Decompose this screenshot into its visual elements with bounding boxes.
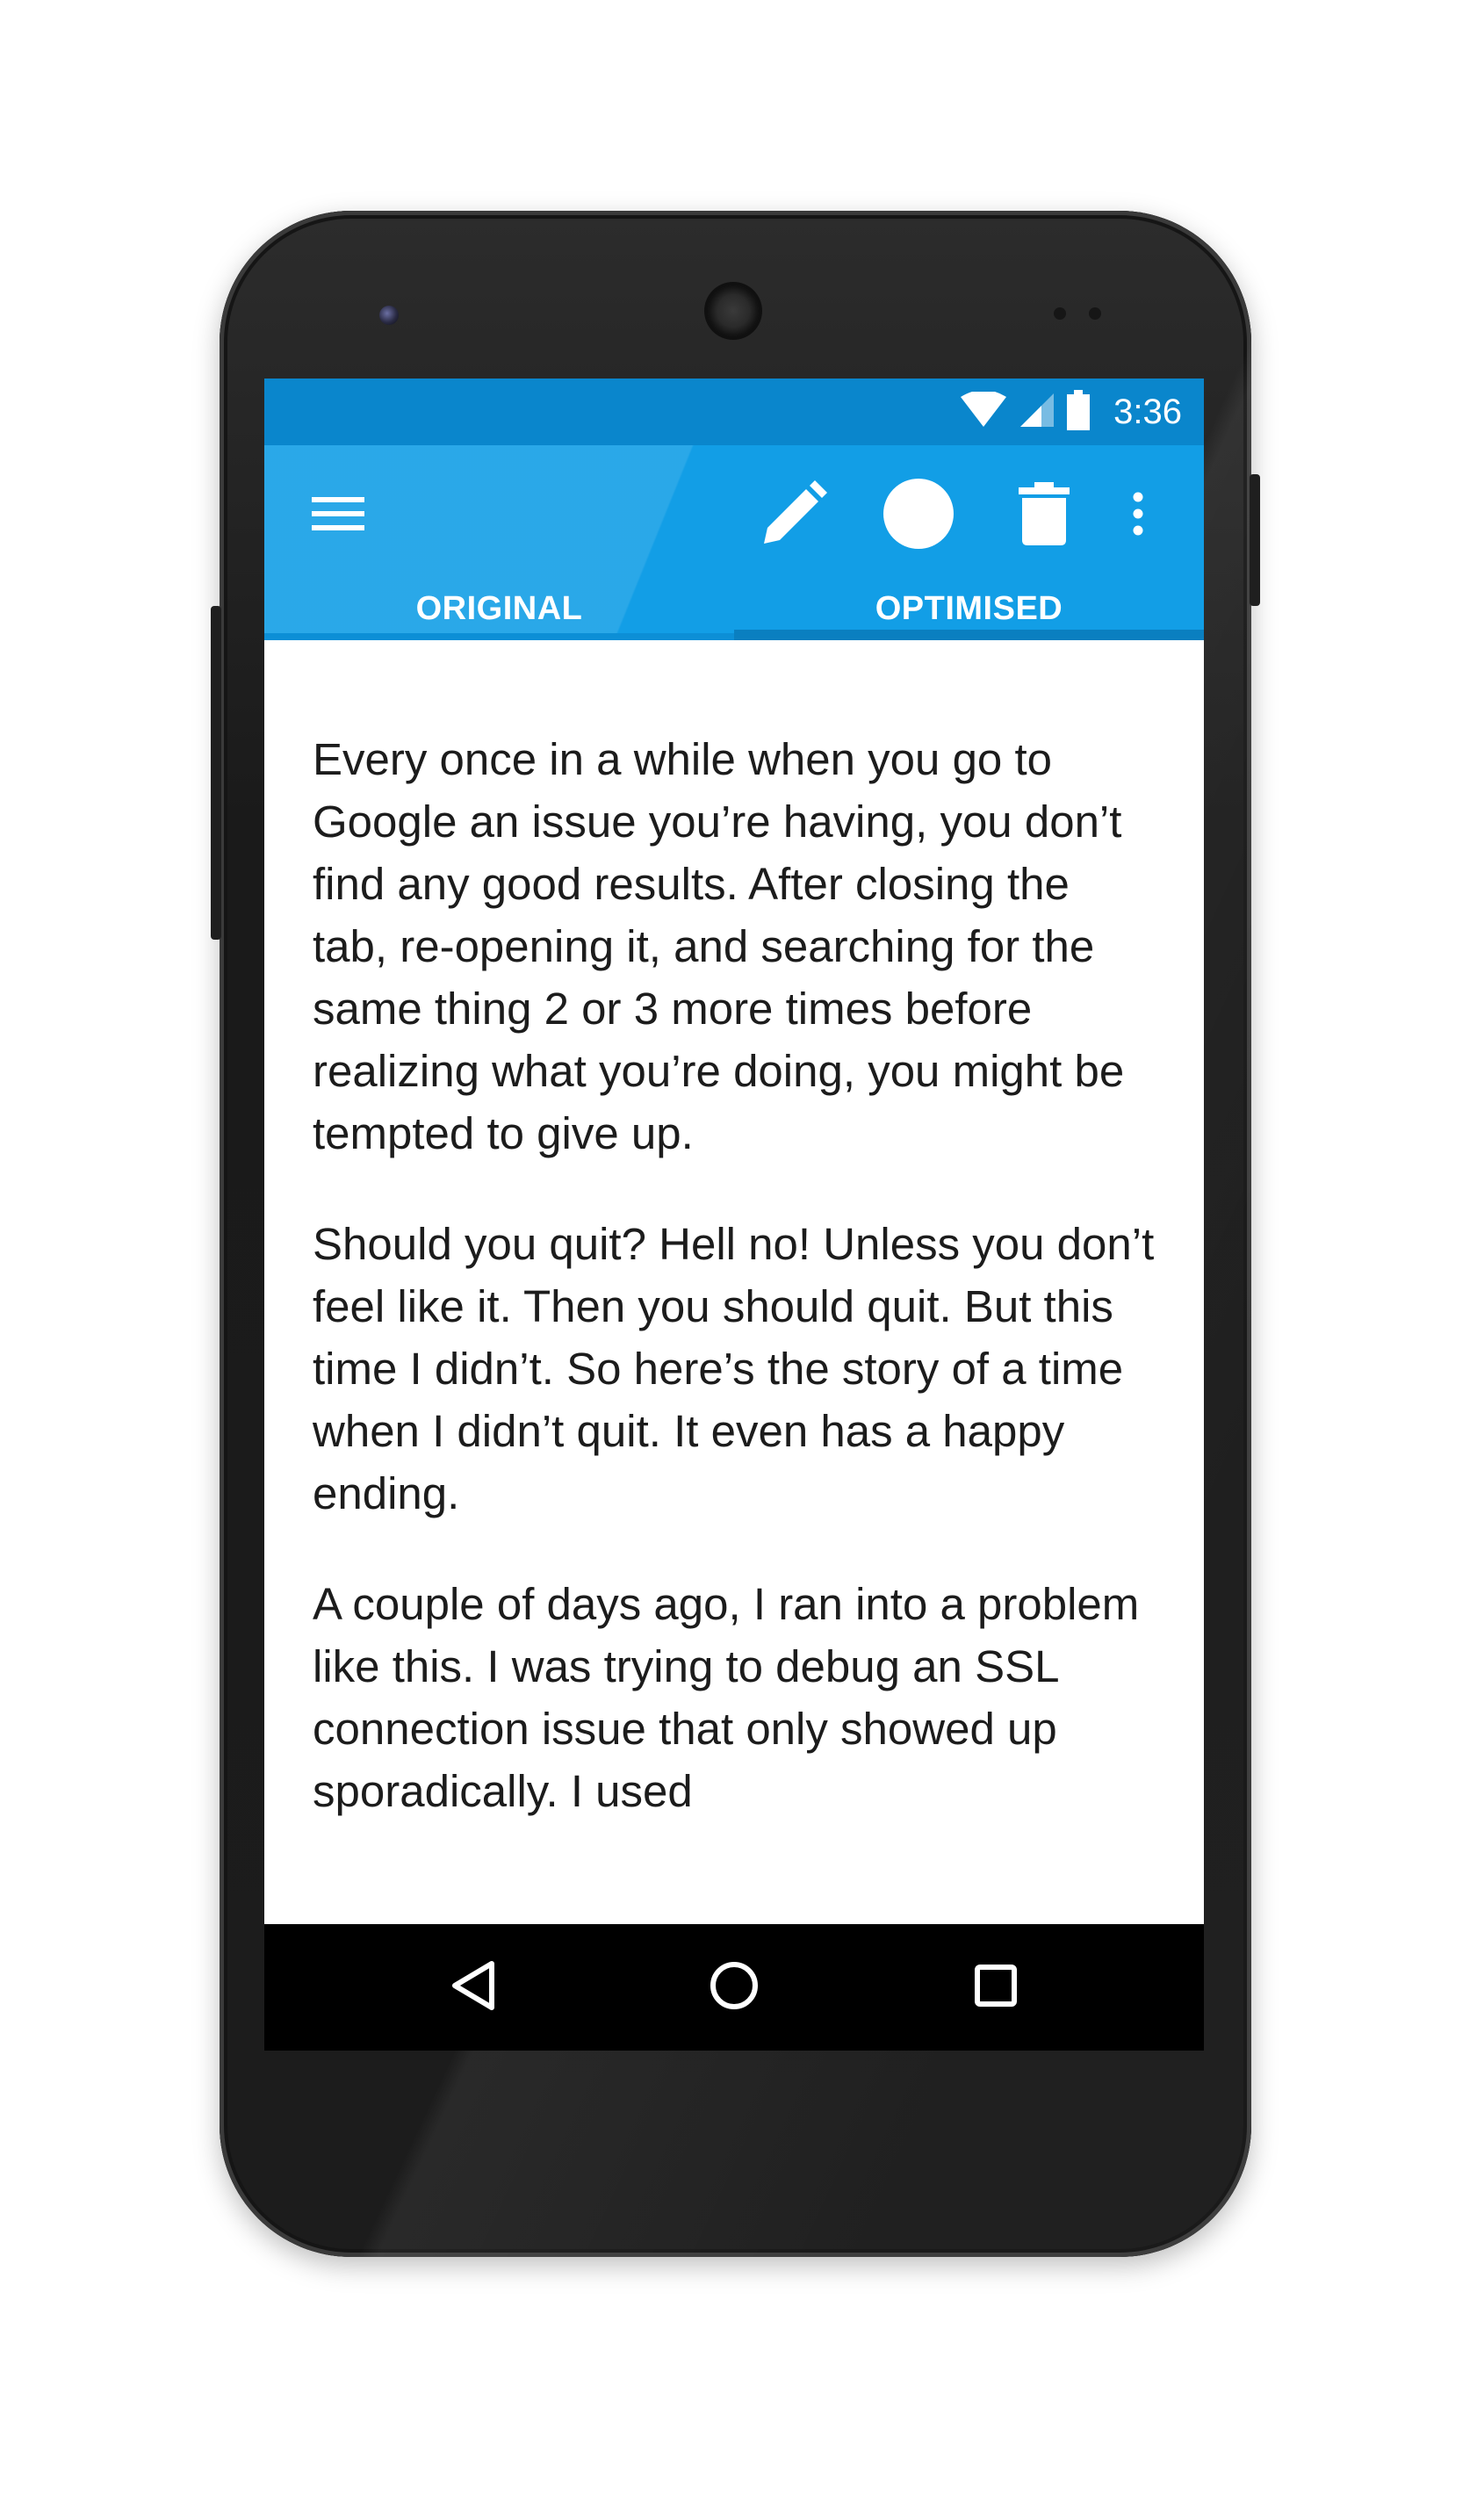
earpiece-speaker <box>708 285 759 336</box>
article-paragraph: A couple of days ago, I ran into a probl… <box>313 1579 1140 1816</box>
article-paragraph: Every once in a while when you go to Goo… <box>313 734 1125 1158</box>
tab-divider <box>264 633 734 640</box>
cell-signal-icon <box>1019 392 1055 433</box>
back-button[interactable] <box>438 1952 508 2022</box>
record-button[interactable] <box>879 476 958 555</box>
light-sensor <box>1089 307 1101 320</box>
edit-button[interactable] <box>754 476 833 555</box>
battery-icon <box>1066 389 1091 435</box>
status-icons: 3:36 <box>959 389 1182 435</box>
article-content[interactable]: Every once in a while when you go to Goo… <box>264 640 1204 1924</box>
article-paragraph: Should you quit? Hell no! Unless you don… <box>313 1219 1155 1518</box>
delete-button[interactable] <box>1005 476 1084 555</box>
trash-icon <box>1019 481 1070 550</box>
wifi-icon <box>959 389 1008 433</box>
tab-selected-indicator <box>734 630 1204 640</box>
menu-icon <box>312 495 364 537</box>
status-time: 3:36 <box>1113 392 1182 431</box>
app-bar: ORIGINAL OPTIMISED <box>264 445 1204 640</box>
article-body: Every once in a while when you go to Goo… <box>313 728 1156 1871</box>
home-icon <box>710 1961 759 2015</box>
overflow-menu-button[interactable] <box>1107 476 1169 555</box>
menu-button[interactable] <box>303 480 373 551</box>
volume-button <box>211 606 221 940</box>
recents-icon <box>974 1964 1018 2012</box>
front-camera <box>379 306 399 325</box>
status-bar: 3:36 <box>264 379 1204 445</box>
power-button <box>1250 474 1260 606</box>
back-icon <box>450 1960 497 2015</box>
circle-icon <box>883 478 954 553</box>
tab-original[interactable]: ORIGINAL <box>264 577 734 640</box>
pencil-icon <box>760 479 827 552</box>
recents-button[interactable] <box>961 1952 1031 2022</box>
navigation-bar <box>264 1924 1204 2051</box>
proximity-sensor <box>1054 307 1066 320</box>
screen: 3:36 ORIGINAL OPTIMISED Every once in a … <box>264 379 1204 2051</box>
home-button[interactable] <box>699 1952 769 2022</box>
overflow-icon <box>1132 492 1144 540</box>
